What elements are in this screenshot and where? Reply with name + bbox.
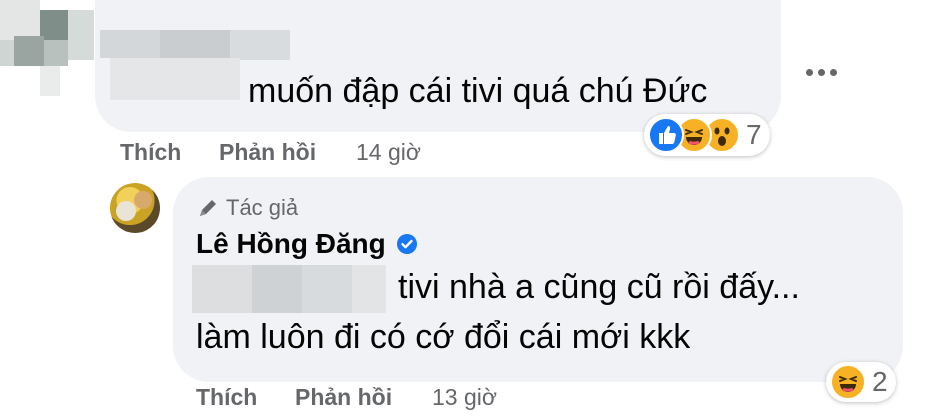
dot-icon xyxy=(818,68,825,76)
pencil-icon xyxy=(200,200,216,216)
comment-text: muốn đập cái tivi quá chú Đức xyxy=(248,72,708,110)
like-button[interactable]: Thích xyxy=(196,384,257,411)
reaction-count: 2 xyxy=(872,366,888,397)
more-options-button[interactable] xyxy=(806,62,838,82)
haha-icon xyxy=(830,364,866,400)
author-name[interactable]: Lê Hồng Đăng xyxy=(196,228,386,260)
dot-icon xyxy=(806,68,813,76)
reaction-summary[interactable]: 2 xyxy=(826,362,896,402)
like-icon xyxy=(648,117,684,153)
reply-timestamp[interactable]: 13 giờ xyxy=(432,384,497,411)
reaction-summary[interactable]: 7 xyxy=(644,114,770,156)
reply-text-line1: tivi nhà a cũng cũ rồi đấy... xyxy=(398,268,800,306)
reply-text-line2: làm luôn đi có cớ đổi cái mới kkk xyxy=(196,318,691,356)
comment-timestamp[interactable]: 14 giờ xyxy=(356,139,421,166)
author-badge-label: Tác giả xyxy=(226,195,299,220)
dot-icon xyxy=(830,68,837,76)
avatar[interactable] xyxy=(110,183,160,233)
author-badge: Tác giả xyxy=(196,195,298,221)
reaction-count: 7 xyxy=(746,119,762,150)
reply-button[interactable]: Phản hồi xyxy=(219,139,316,166)
verified-badge-icon xyxy=(396,234,417,254)
reply-button[interactable]: Phản hồi xyxy=(295,384,392,411)
like-button[interactable]: Thích xyxy=(120,139,181,166)
reply-author[interactable]: Lê Hồng Đăng xyxy=(196,228,418,260)
